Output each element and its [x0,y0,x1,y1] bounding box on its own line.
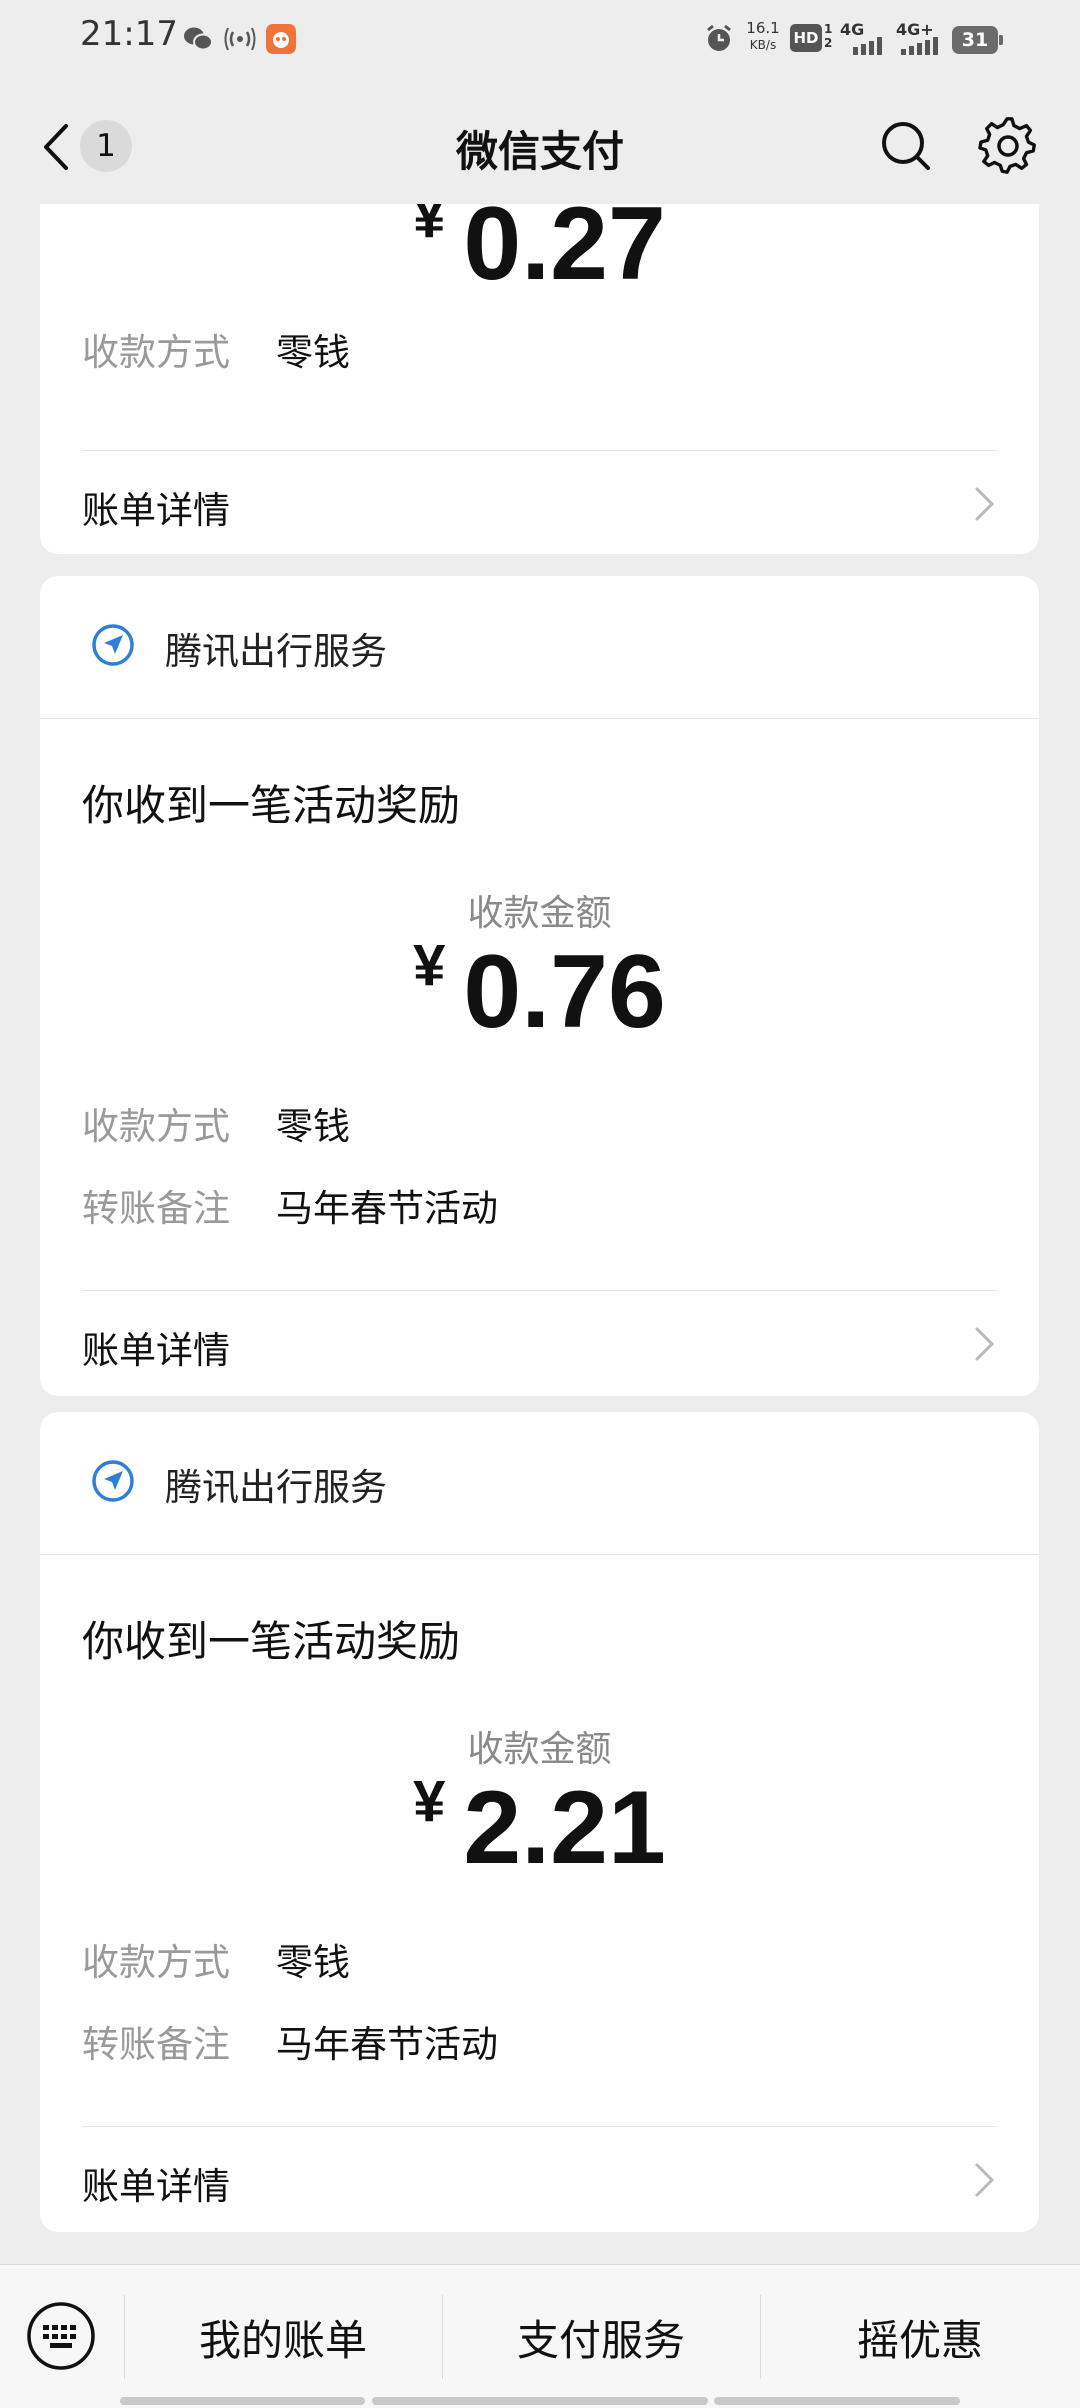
payment-card: ¥0.27 收款方式 零钱 账单详情 [40,204,1039,554]
transfer-note-value: 马年春节活动 [276,1187,498,1230]
home-indicator [120,2397,365,2405]
bill-detail-link[interactable]: 账单详情 [40,450,1039,554]
net-speed-value: 16.1 [746,19,780,37]
currency-symbol: ¥ [413,204,446,250]
bill-detail-label: 账单详情 [82,489,230,532]
service-navigation-icon [92,1460,134,1502]
bill-detail-link[interactable]: 账单详情 [40,2126,1039,2230]
keyboard-icon [27,2302,95,2370]
hd-badge: HD [790,24,822,52]
search-icon[interactable] [876,116,936,176]
service-header[interactable]: 腾讯出行服务 [40,576,1039,719]
service-name: 腾讯出行服务 [165,630,387,673]
home-indicator [714,2397,960,2405]
amount-value: 0.27 [463,204,666,302]
amount-value: 2.21 [463,1770,666,1886]
menu-payment-services[interactable]: 支付服务 [442,2265,760,2408]
amount: ¥0.76 [40,932,1039,1052]
service-navigation-icon [92,624,134,666]
payment-method-label: 收款方式 [82,1941,230,1984]
payment-card: 腾讯出行服务 你收到一笔活动奖励 收款金额 ¥0.76 收款方式 零钱 转账备注… [40,576,1039,1396]
signal-icon [898,36,944,56]
battery-indicator: 31 [952,26,1003,54]
service-header[interactable]: 腾讯出行服务 [40,1412,1039,1555]
bill-detail-label: 账单详情 [82,1329,230,1372]
home-indicator [372,2397,708,2405]
amount-value: 0.76 [463,934,666,1050]
message-title: 你收到一笔活动奖励 [82,781,461,830]
payment-method-label: 收款方式 [82,1105,230,1148]
chevron-right-icon [974,2162,995,2198]
message-list: ¥0.27 收款方式 零钱 账单详情 腾讯出行服务 你收到一笔活动奖励 收款金额… [0,204,1080,2264]
payment-method-label: 收款方式 [82,331,230,374]
status-time: 21:17 [80,14,178,54]
keyboard-toggle-button[interactable] [26,2301,96,2371]
transfer-note-value: 马年春节活动 [276,2023,498,2066]
wechat-icon [180,22,216,56]
currency-symbol: ¥ [413,933,446,998]
payment-method-value: 零钱 [276,1941,350,1984]
app-icon [264,22,298,56]
chevron-right-icon [974,1326,995,1362]
status-bar: 21:17 16.1 KB/s HD 12 4G 4G+ 31 [0,0,1080,80]
amount: ¥2.21 [40,1768,1039,1888]
gear-icon[interactable] [978,116,1038,176]
alarm-icon [702,22,736,56]
hotspot-icon [222,22,258,56]
service-name: 腾讯出行服务 [165,1466,387,1509]
signal-icon [850,36,888,56]
transfer-note-label: 转账备注 [82,1187,230,1230]
wechat-pay-screen: 21:17 16.1 KB/s HD 12 4G 4G+ 31 1 微信支付 ¥… [0,0,1080,2408]
bill-detail-label: 账单详情 [82,2165,230,2208]
payment-card: 腾讯出行服务 你收到一笔活动奖励 收款金额 ¥2.21 收款方式 零钱 转账备注… [40,1412,1039,2232]
currency-symbol: ¥ [413,1769,446,1834]
payment-method-value: 零钱 [276,1105,350,1148]
amount: ¥0.27 [40,204,1039,304]
net-speed-unit: KB/s [749,38,777,52]
amount-label: 收款金额 [467,893,612,934]
hd-sim-index: 12 [824,22,833,50]
bottom-menu: 我的账单 支付服务 摇优惠 [0,2264,1080,2408]
chevron-right-icon [974,486,995,522]
net-speed: 16.1 KB/s [742,20,784,53]
message-title: 你收到一笔活动奖励 [82,1617,461,1666]
payment-method-value: 零钱 [276,331,350,374]
nav-bar: 1 微信支付 [0,90,1080,202]
menu-shake-offers[interactable]: 摇优惠 [760,2265,1080,2408]
amount-label: 收款金额 [467,1729,612,1770]
menu-my-bills[interactable]: 我的账单 [124,2265,442,2408]
transfer-note-label: 转账备注 [82,2023,230,2066]
bill-detail-link[interactable]: 账单详情 [40,1290,1039,1394]
